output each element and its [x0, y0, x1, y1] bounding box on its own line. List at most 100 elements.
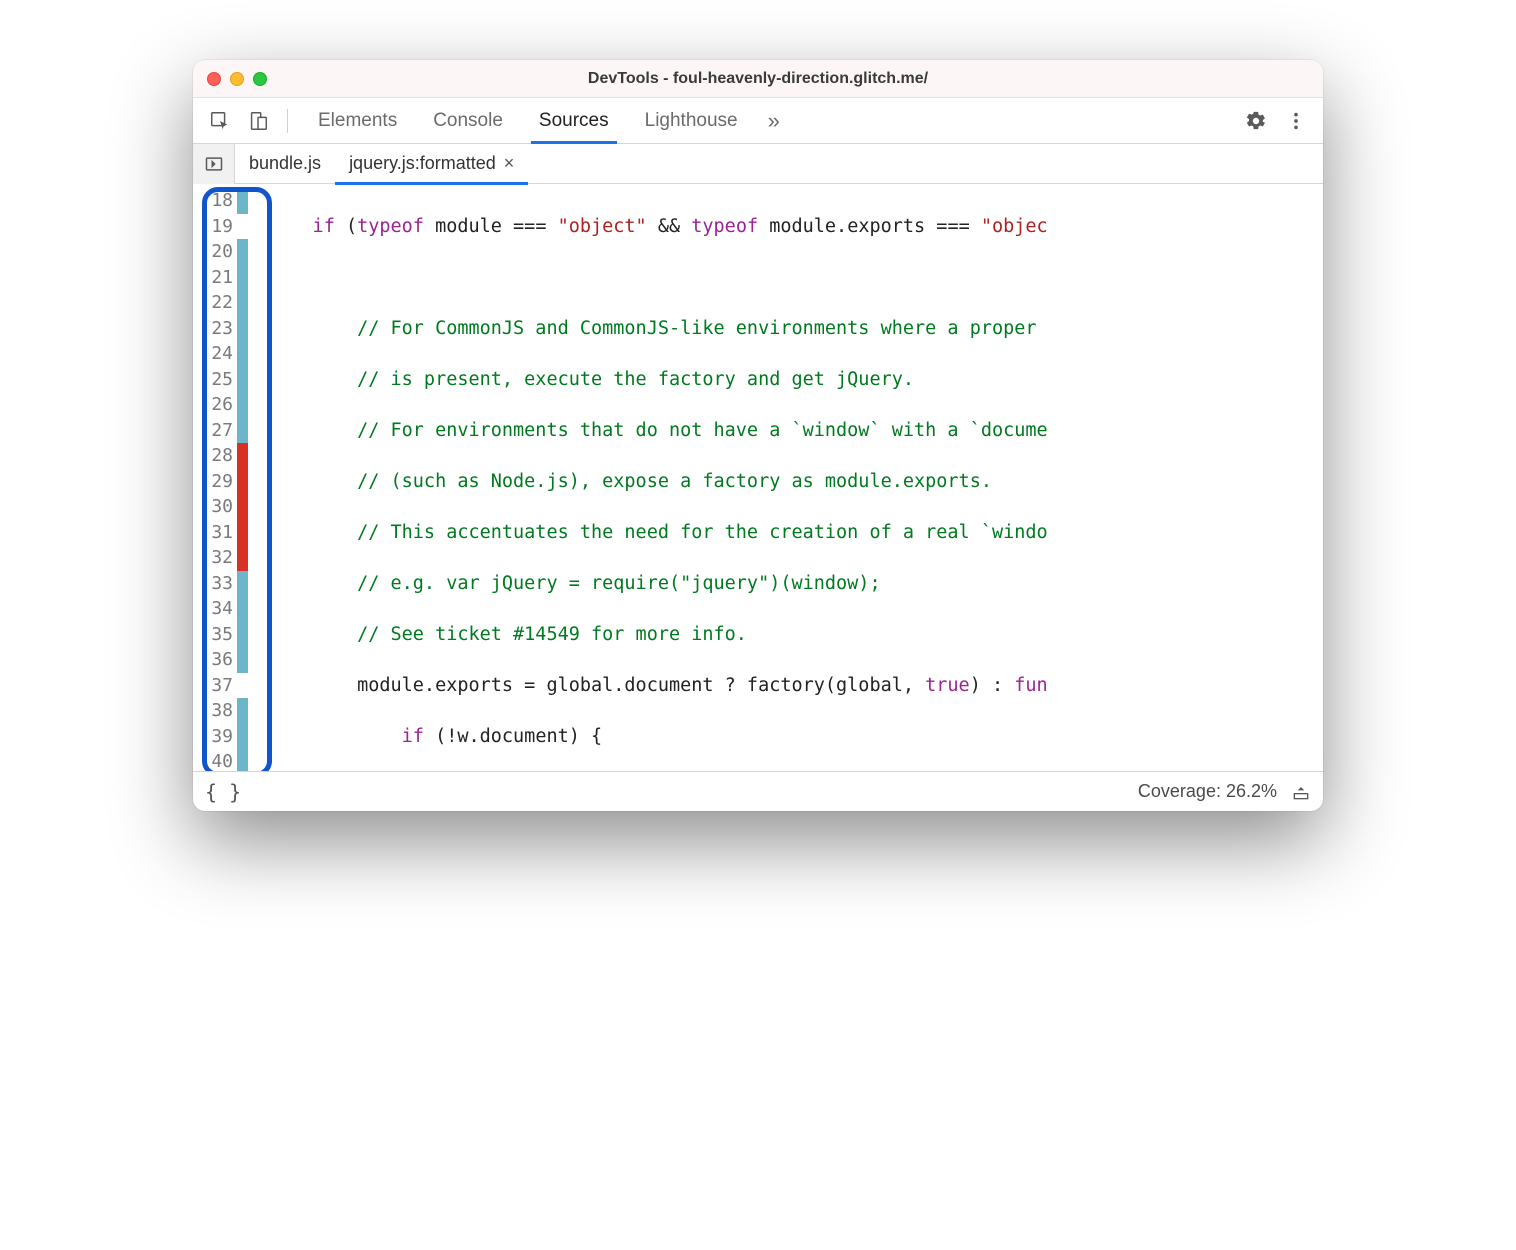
gutter-row[interactable]: 19	[193, 214, 248, 240]
coverage-marker	[237, 724, 248, 750]
gutter-row[interactable]: 39	[193, 724, 248, 750]
tab-elements[interactable]: Elements	[300, 98, 415, 144]
kebab-menu-icon[interactable]	[1279, 104, 1313, 138]
coverage-marker	[237, 494, 248, 520]
window-title: DevTools - foul-heavenly-direction.glitc…	[193, 70, 1323, 88]
coverage-marker	[237, 341, 248, 367]
gutter-row[interactable]: 26	[193, 392, 248, 418]
close-window-button[interactable]	[207, 72, 221, 86]
line-number: 26	[193, 392, 237, 418]
line-number: 28	[193, 443, 237, 469]
coverage-marker	[237, 265, 248, 291]
line-number: 19	[193, 214, 237, 240]
line-number: 22	[193, 290, 237, 316]
coverage-marker	[237, 443, 248, 469]
gutter-row[interactable]: 34	[193, 596, 248, 622]
gutter-row[interactable]: 21	[193, 265, 248, 291]
coverage-marker	[237, 316, 248, 342]
line-number: 40	[193, 749, 237, 771]
coverage-marker	[237, 520, 248, 546]
coverage-marker	[237, 239, 248, 265]
coverage-marker	[237, 418, 248, 444]
gutter-row[interactable]: 22	[193, 290, 248, 316]
line-number: 24	[193, 341, 237, 367]
tab-lighthouse[interactable]: Lighthouse	[627, 98, 756, 144]
line-number: 39	[193, 724, 237, 750]
coverage-marker	[237, 698, 248, 724]
gutter-row[interactable]: 29	[193, 469, 248, 495]
pretty-print-icon[interactable]: { }	[205, 780, 241, 804]
gutter-row[interactable]: 38	[193, 698, 248, 724]
line-number: 30	[193, 494, 237, 520]
line-number: 20	[193, 239, 237, 265]
coverage-marker	[237, 545, 248, 571]
line-number: 31	[193, 520, 237, 546]
devtools-window: DevTools - foul-heavenly-direction.glitc…	[193, 60, 1323, 811]
coverage-marker	[237, 469, 248, 495]
gutter-row[interactable]: 36	[193, 647, 248, 673]
gutter-row[interactable]: 31	[193, 520, 248, 546]
tab-sources[interactable]: Sources	[521, 98, 627, 144]
gutter-row[interactable]: 33	[193, 571, 248, 597]
coverage-marker	[237, 647, 248, 673]
panel-tabs: Elements Console Sources Lighthouse »	[300, 98, 1235, 144]
gutter-row[interactable]: 23	[193, 316, 248, 342]
gutter-row[interactable]: 32	[193, 545, 248, 571]
coverage-marker	[237, 673, 248, 699]
coverage-marker	[237, 188, 248, 214]
gutter-row[interactable]: 40	[193, 749, 248, 771]
gutter-row[interactable]: 24	[193, 341, 248, 367]
line-number: 32	[193, 545, 237, 571]
tab-console[interactable]: Console	[415, 98, 521, 144]
gutter-row[interactable]: 37	[193, 673, 248, 699]
gutter-row[interactable]: 35	[193, 622, 248, 648]
divider	[287, 109, 288, 133]
close-icon[interactable]: ×	[504, 153, 515, 174]
code-content: if (typeof module === "object" && typeof…	[248, 184, 1048, 771]
more-tabs-icon[interactable]: »	[756, 108, 792, 134]
coverage-marker	[237, 622, 248, 648]
gutter-row[interactable]: 27	[193, 418, 248, 444]
minimize-window-button[interactable]	[230, 72, 244, 86]
coverage-marker	[237, 290, 248, 316]
gutter-row[interactable]: 30	[193, 494, 248, 520]
maximize-window-button[interactable]	[253, 72, 267, 86]
main-toolbar: Elements Console Sources Lighthouse »	[193, 98, 1323, 144]
coverage-marker	[237, 392, 248, 418]
file-tab-bar: bundle.js jquery.js:formatted ×	[193, 144, 1323, 184]
file-tab-label: jquery.js:formatted	[349, 153, 496, 174]
gutter-row[interactable]: 25	[193, 367, 248, 393]
editor-footer: { } Coverage: 26.2%	[193, 771, 1323, 811]
line-number: 29	[193, 469, 237, 495]
gutter-row[interactable]: 18	[193, 188, 248, 214]
line-number: 21	[193, 265, 237, 291]
inspect-element-icon[interactable]	[203, 104, 237, 138]
coverage-marker	[237, 571, 248, 597]
file-tab-jquery[interactable]: jquery.js:formatted ×	[335, 144, 528, 184]
line-gutter: 1819202122232425262728293031323334353637…	[193, 184, 248, 771]
file-tab-bundle[interactable]: bundle.js	[235, 144, 335, 184]
line-number: 37	[193, 673, 237, 699]
line-number: 38	[193, 698, 237, 724]
navigator-toggle-icon[interactable]	[193, 144, 235, 184]
line-number: 25	[193, 367, 237, 393]
expand-panel-icon[interactable]	[1291, 782, 1311, 802]
gutter-row[interactable]: 20	[193, 239, 248, 265]
coverage-marker	[237, 214, 248, 240]
coverage-marker	[237, 749, 248, 771]
gutter-row[interactable]: 28	[193, 443, 248, 469]
line-number: 34	[193, 596, 237, 622]
line-number: 33	[193, 571, 237, 597]
window-controls	[207, 72, 267, 86]
titlebar: DevTools - foul-heavenly-direction.glitc…	[193, 60, 1323, 98]
coverage-marker	[237, 596, 248, 622]
line-number: 18	[193, 188, 237, 214]
line-number: 27	[193, 418, 237, 444]
coverage-status: Coverage: 26.2%	[1138, 781, 1277, 802]
settings-icon[interactable]	[1239, 104, 1273, 138]
code-editor[interactable]: 1819202122232425262728293031323334353637…	[193, 184, 1323, 771]
line-number: 36	[193, 647, 237, 673]
file-tab-label: bundle.js	[249, 153, 321, 174]
coverage-marker	[237, 367, 248, 393]
device-toggle-icon[interactable]	[241, 104, 275, 138]
